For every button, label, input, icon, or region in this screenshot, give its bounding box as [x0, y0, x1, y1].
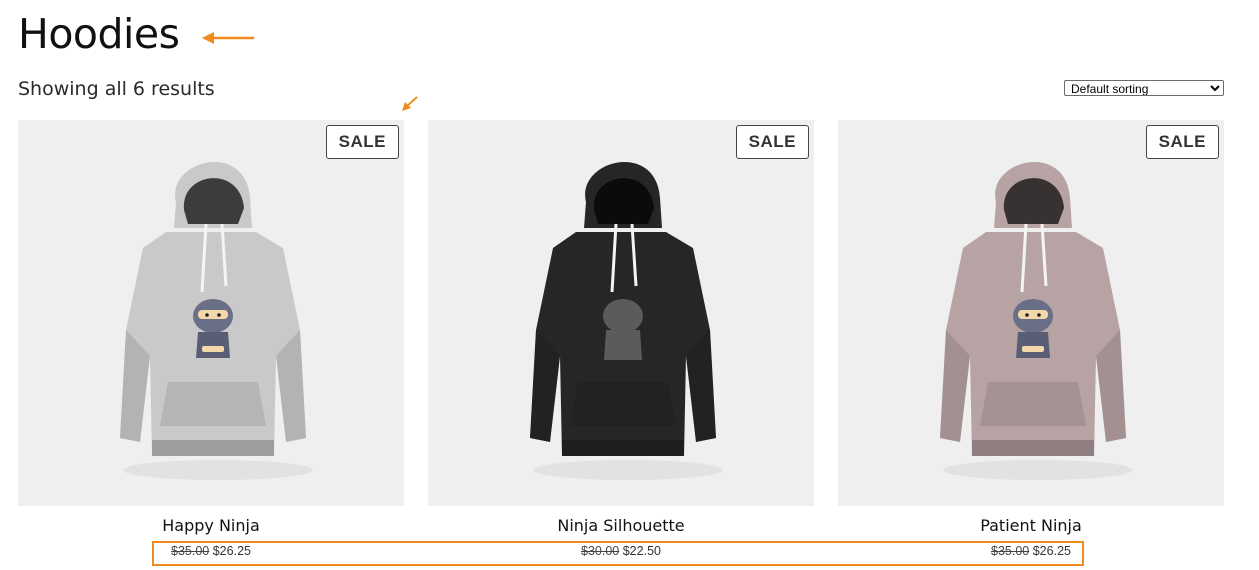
- product-image[interactable]: SALE: [428, 120, 814, 506]
- product-name-link[interactable]: Happy Ninja: [18, 515, 404, 537]
- price-highlight-box: [152, 541, 1084, 566]
- product-image[interactable]: SALE: [838, 120, 1224, 506]
- product-card-ninja-silhouette[interactable]: SALE Ninja Silhouette $30.00 $22.50: [428, 120, 814, 559]
- hoodie-image: [530, 161, 723, 480]
- product-card-happy-ninja[interactable]: SALE Happy Ninja $35.00 $26.25: [18, 120, 404, 559]
- annotation-arrow-icon: [402, 96, 418, 111]
- product-card-patient-ninja[interactable]: SALE Patient Ninja $35.00 $26.25: [838, 120, 1224, 559]
- product-name-link[interactable]: Ninja Silhouette: [428, 515, 814, 537]
- annotation-arrow-icon: [202, 32, 254, 44]
- page-title: Hoodies: [18, 10, 180, 58]
- sale-badge: SALE: [735, 125, 809, 159]
- sort-select[interactable]: Default sorting: [1064, 80, 1224, 96]
- product-name-link[interactable]: Patient Ninja: [838, 515, 1224, 537]
- hoodie-image: [120, 161, 313, 480]
- product-image[interactable]: SALE: [18, 120, 404, 506]
- sale-badge: SALE: [325, 125, 399, 159]
- sale-badge: SALE: [1145, 125, 1219, 159]
- result-count: Showing all 6 results: [18, 78, 215, 100]
- hoodie-image: [940, 161, 1133, 480]
